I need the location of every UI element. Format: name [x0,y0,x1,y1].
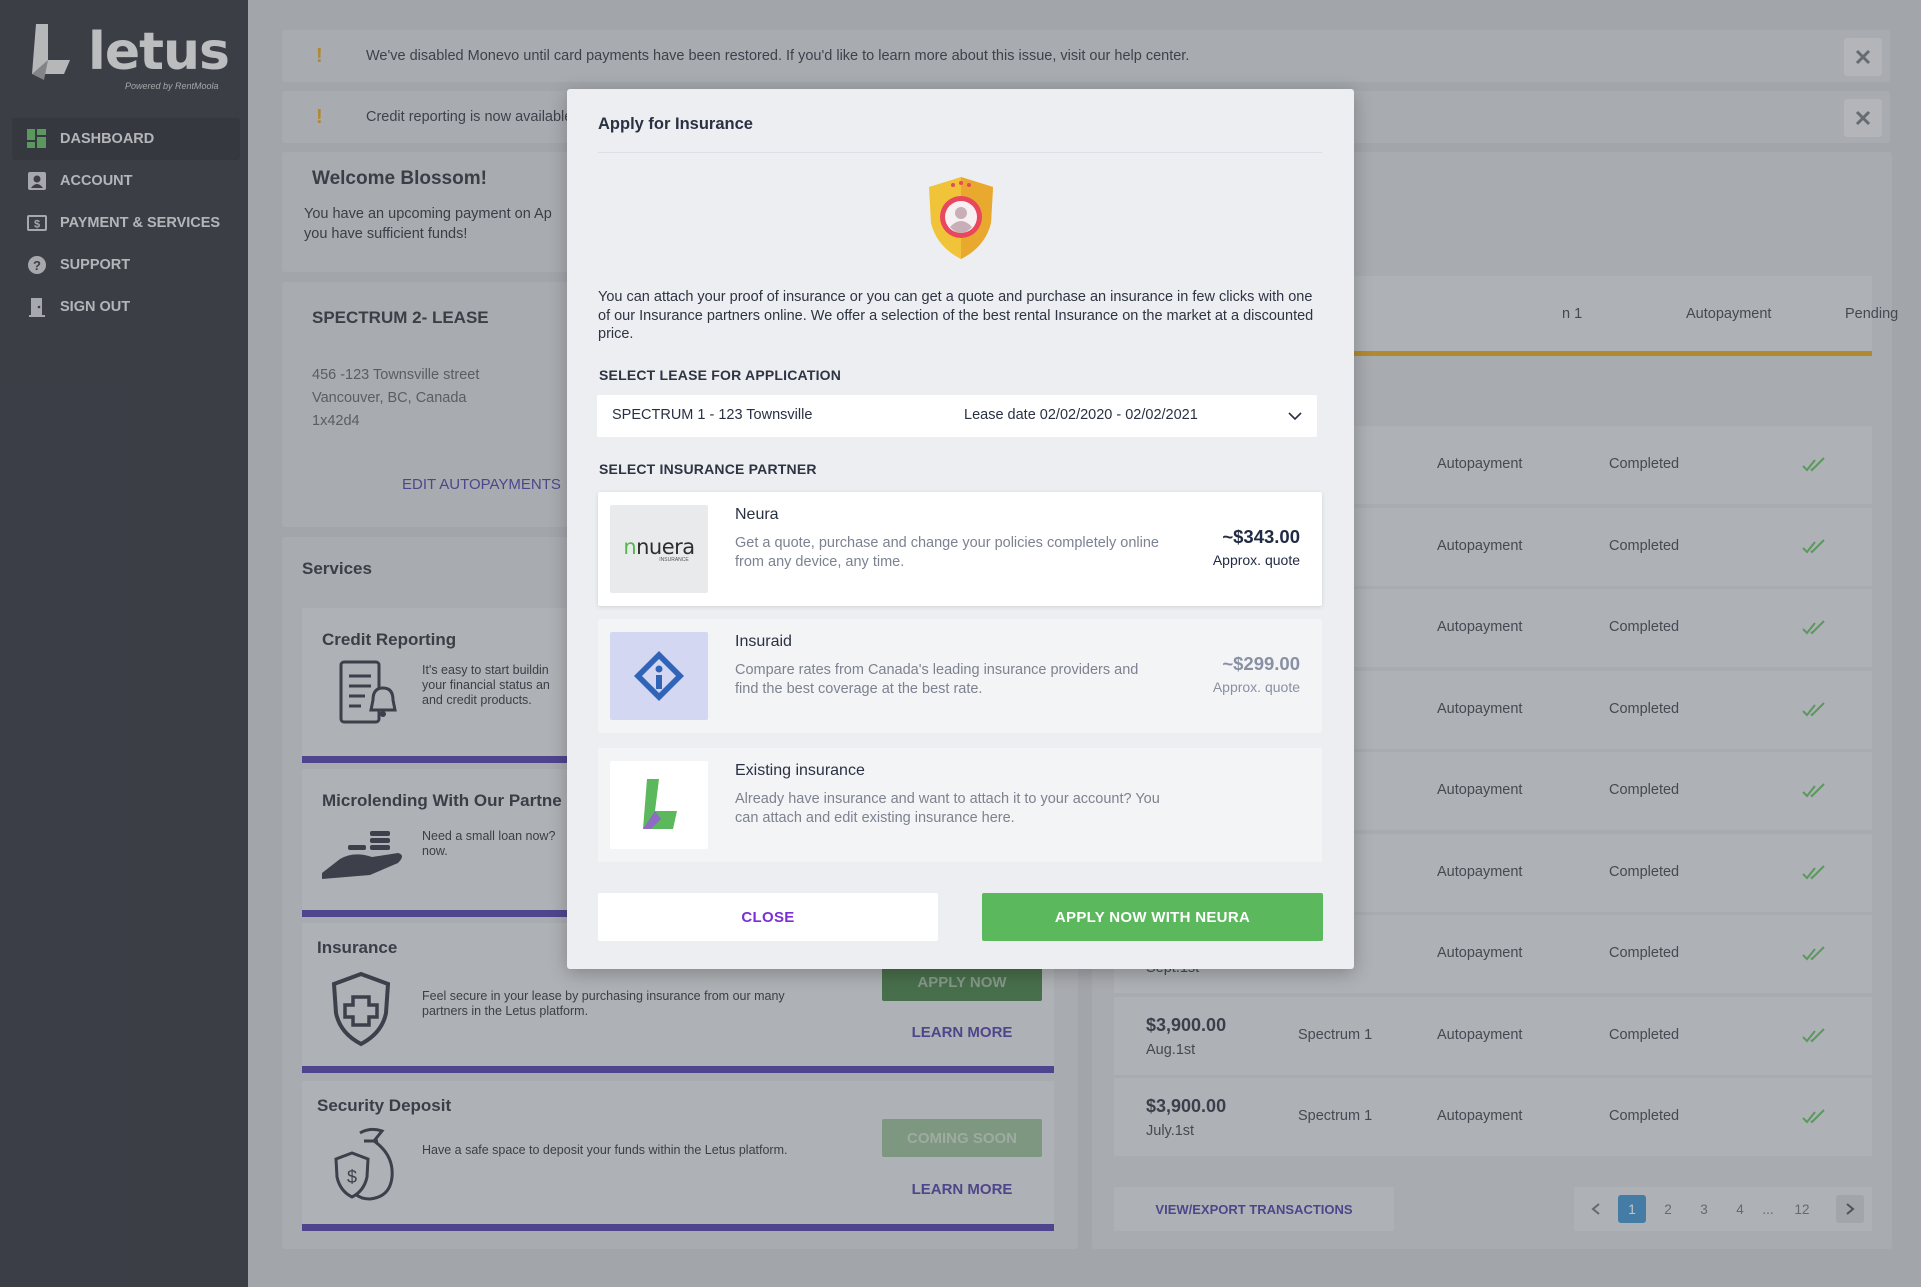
partner-name: Neura [735,506,779,523]
apply-now-button[interactable]: APPLY NOW WITH NEURA [982,893,1323,941]
partner-desc: Compare rates from Canada's leading insu… [735,662,1139,697]
partner-option-neura[interactable]: nnuera INSURANCE Neura Get a quote, purc… [598,492,1322,606]
neura-logo-sub: INSURANCE [659,557,689,563]
partner-price-note: Approx. quote [1212,679,1300,695]
chevron-down-icon [1288,412,1302,421]
close-button[interactable]: CLOSE [598,893,938,941]
partner-name: Existing insurance [735,762,865,779]
neura-logo: nnuera INSURANCE [610,505,708,593]
partner-option-existing-insurance[interactable]: Existing insurance Already have insuranc… [598,748,1322,862]
partner-price: ~$343.00 [1222,526,1300,547]
lease-select-label: SELECT LEASE FOR APPLICATION [599,367,842,383]
insuraid-logo [610,632,708,720]
insuraid-logo-icon [634,651,684,701]
partner-price-note: Approx. quote [1212,552,1300,568]
letus-logo [610,761,708,849]
apply-insurance-modal: Apply for Insurance You can attach your … [567,89,1354,969]
partner-option-insuraid[interactable]: Insuraid Compare rates from Canada's lea… [598,619,1322,733]
divider [598,152,1322,153]
modal-title: Apply for Insurance [598,115,753,133]
lease-select-dropdown[interactable]: SPECTRUM 1 - 123 Townsville Lease date 0… [597,395,1317,437]
lease-select-name: SPECTRUM 1 - 123 Townsville [612,407,813,423]
modal-intro-text: You can attach your proof of insurance o… [598,289,1314,342]
neura-logo-text: nnuera [623,535,695,559]
partner-desc: Get a quote, purchase and change your po… [735,535,1159,570]
lease-select-date: Lease date 02/02/2020 - 02/02/2021 [964,407,1198,423]
insurance-shield-icon [929,177,993,259]
partner-desc: Already have insurance and want to attac… [735,791,1160,826]
partner-name: Insuraid [735,633,792,650]
partner-price: ~$299.00 [1222,653,1300,674]
letus-mark-icon [643,779,677,829]
partner-select-label: SELECT INSURANCE PARTNER [599,461,817,477]
